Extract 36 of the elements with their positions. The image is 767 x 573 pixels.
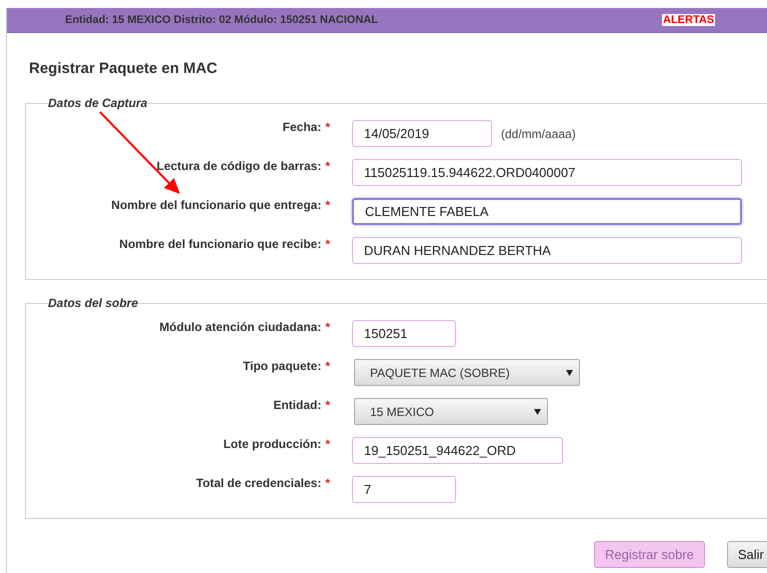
field-label: Nombre del funcionario que entrega: (111, 198, 322, 212)
exit-button[interactable]: Salir (726, 541, 767, 568)
alerts-link[interactable]: ALERTAS (662, 14, 716, 26)
required-mark: * (325, 198, 330, 212)
caret-icon (566, 370, 573, 376)
required-mark: * (325, 120, 330, 134)
text-field[interactable]: DURAN HERNANDEZ BERTHA (352, 237, 742, 264)
required-mark: * (325, 237, 330, 251)
location-text: Entidad: 15 MEXICO Distrito: 02 Módulo: 150251 NACIONAL (65, 12, 379, 28)
required-mark: * (325, 437, 330, 451)
text-field[interactable]: 150251 (352, 320, 456, 347)
field-label: Total de credenciales: (196, 476, 322, 490)
field-label: Módulo atención ciudadana: (159, 320, 322, 334)
field-label: Lectura de código de barras: (156, 159, 322, 173)
required-mark: * (325, 159, 330, 173)
section-legend: Datos del sobre (48, 294, 138, 312)
required-mark: * (325, 476, 330, 490)
section-legend: Datos de Captura (48, 94, 148, 112)
text-field[interactable]: 14/05/2019 (352, 120, 492, 147)
field-label: Entidad: (273, 398, 322, 412)
required-mark: * (325, 398, 330, 412)
caret-icon (534, 408, 541, 414)
text-field[interactable]: 19_150251_944622_ORD (352, 437, 563, 464)
text-field[interactable]: CLEMENTE FABELA (352, 198, 742, 225)
field-label: Nombre del funcionario que recibe: (119, 237, 322, 251)
dropdown[interactable]: PAQUETE MAC (SOBRE) (354, 359, 580, 386)
page-title: Registrar Paquete en MAC (29, 60, 218, 78)
text-field[interactable]: 115025119.15.944622.ORD0400007 (352, 159, 742, 186)
required-mark: * (325, 359, 330, 373)
field-label: Fecha: (282, 120, 322, 134)
field-label: Lote producción: (223, 437, 322, 451)
field-label: Tipo paquete: (242, 359, 322, 373)
required-mark: * (325, 320, 330, 334)
format-hint: (dd/mm/aaaa) (501, 126, 576, 142)
text-field[interactable]: 7 (352, 476, 456, 503)
dropdown[interactable]: 15 MEXICO (354, 398, 548, 425)
